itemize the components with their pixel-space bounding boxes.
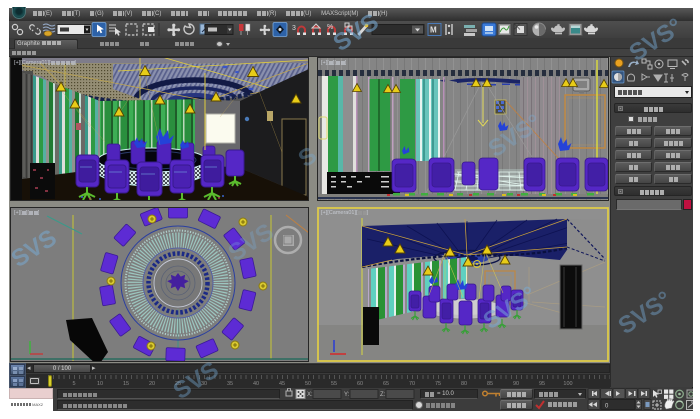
svg-text:75: 75 <box>435 381 441 387</box>
svg-text:%: % <box>327 24 333 31</box>
svg-text:20: 20 <box>149 381 155 387</box>
svg-text:10: 10 <box>97 381 103 387</box>
svg-text:50: 50 <box>305 381 311 387</box>
svg-text:15: 15 <box>123 381 129 387</box>
svg-text:90: 90 <box>513 381 519 387</box>
svg-text:80: 80 <box>461 381 467 387</box>
svg-text:70: 70 <box>409 381 415 387</box>
svg-text:65: 65 <box>383 381 389 387</box>
svg-text:60: 60 <box>357 381 363 387</box>
svg-text:3: 3 <box>292 25 296 32</box>
svg-text:85: 85 <box>487 381 493 387</box>
svg-text:30: 30 <box>201 381 207 387</box>
svg-text:95: 95 <box>539 381 545 387</box>
svg-text:40: 40 <box>253 381 259 387</box>
svg-text:55: 55 <box>331 381 337 387</box>
svg-text:35: 35 <box>227 381 233 387</box>
svg-text:45: 45 <box>279 381 285 387</box>
svg-text:25: 25 <box>175 381 181 387</box>
svg-text:M: M <box>430 26 437 35</box>
svg-text:5: 5 <box>72 381 75 387</box>
svg-text:100: 100 <box>563 381 572 387</box>
